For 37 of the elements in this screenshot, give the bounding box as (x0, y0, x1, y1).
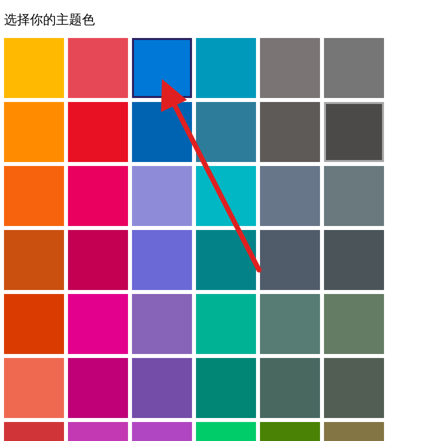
color-swatch[interactable] (132, 294, 192, 354)
color-swatch[interactable] (260, 102, 320, 162)
section-title: 选择你的主题色 (4, 12, 95, 29)
color-swatch[interactable] (68, 294, 128, 354)
color-swatch[interactable] (4, 230, 64, 290)
color-swatch[interactable] (260, 230, 320, 290)
color-swatch[interactable] (196, 102, 256, 162)
color-swatch[interactable] (260, 166, 320, 226)
color-swatch[interactable] (324, 358, 384, 418)
color-swatch[interactable] (196, 166, 256, 226)
color-swatch[interactable] (68, 102, 128, 162)
color-swatch[interactable] (324, 230, 384, 290)
color-swatch[interactable] (260, 38, 320, 98)
color-swatch[interactable] (324, 38, 384, 98)
color-swatch[interactable] (324, 166, 384, 226)
color-swatch[interactable] (324, 294, 384, 354)
color-swatch[interactable] (68, 166, 128, 226)
color-swatch[interactable] (68, 230, 128, 290)
color-swatch[interactable] (4, 166, 64, 226)
color-swatch[interactable] (132, 358, 192, 418)
color-swatch[interactable] (196, 358, 256, 418)
color-swatch[interactable] (132, 38, 192, 98)
color-swatch[interactable] (260, 358, 320, 418)
color-swatch[interactable] (68, 38, 128, 98)
color-swatch[interactable] (4, 294, 64, 354)
color-swatch[interactable] (132, 102, 192, 162)
color-swatch[interactable] (132, 230, 192, 290)
color-swatch[interactable] (68, 358, 128, 418)
color-swatch[interactable] (132, 166, 192, 226)
color-swatch[interactable] (196, 294, 256, 354)
color-swatch[interactable] (260, 294, 320, 354)
color-swatch[interactable] (196, 230, 256, 290)
color-swatch[interactable] (196, 38, 256, 98)
color-swatch[interactable] (324, 102, 384, 162)
color-swatch[interactable] (4, 358, 64, 418)
color-swatch[interactable] (4, 102, 64, 162)
color-swatch[interactable] (4, 38, 64, 98)
